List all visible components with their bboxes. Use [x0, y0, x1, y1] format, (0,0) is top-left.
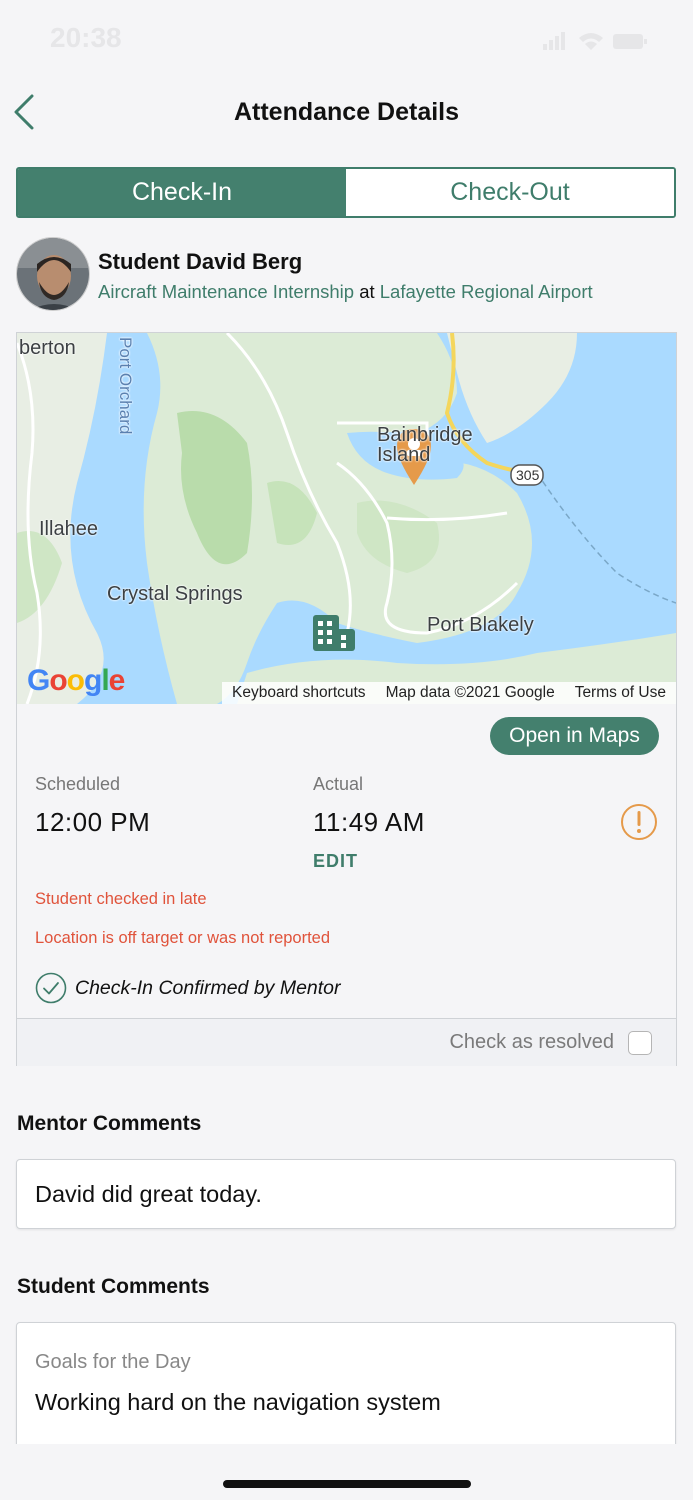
scheduled-label: Scheduled: [35, 774, 121, 794]
student-comment-text: Working hard on the navigation system: [35, 1389, 441, 1415]
mentor-comments-box[interactable]: David did great today.: [16, 1159, 676, 1229]
open-in-maps-button[interactable]: Open in Maps: [490, 717, 659, 755]
warning-icon[interactable]: [620, 803, 657, 840]
status-time: 20:38: [50, 22, 122, 53]
actual-time: 11:49 AM: [313, 807, 425, 837]
resolved-checkbox[interactable]: [628, 1031, 652, 1055]
status-icons: [543, 30, 653, 58]
tab-check-out[interactable]: Check-Out: [346, 169, 674, 216]
map-label-port-blakely: Port Blakely: [427, 614, 534, 636]
terms-of-use-link[interactable]: Terms of Use: [565, 684, 676, 702]
student-name: Student David Berg: [98, 249, 303, 274]
attendance-card: berton Port Orchard Illahee Crystal Spri…: [16, 332, 677, 1066]
goals-label: Goals for the Day: [35, 1351, 191, 1373]
nav-bar: Attendance Details: [0, 76, 693, 152]
keyboard-shortcuts-link[interactable]: Keyboard shortcuts: [222, 684, 376, 702]
map-label-port-orchard: Port Orchard: [116, 337, 135, 435]
student-photo: [17, 238, 89, 310]
map-label-berton: berton: [19, 337, 76, 359]
student-header: Student David Berg Aircraft Maintenance …: [16, 237, 676, 315]
scheduled-time: 12:00 PM: [35, 807, 151, 837]
map-label-illahee: Illahee: [39, 518, 98, 540]
signal-wifi-battery-icon: [543, 32, 647, 50]
student-comments-box[interactable]: Goals for the Day Working hard on the na…: [16, 1322, 676, 1462]
page-title: Attendance Details: [233, 98, 460, 126]
confirmation-text: Check-In Confirmed by Mentor: [75, 976, 341, 999]
map-label-crystal-springs: Crystal Springs: [107, 583, 243, 605]
mentor-confirmation: Check-In Confirmed by Mentor: [35, 972, 341, 1004]
avatar: [16, 237, 90, 311]
status-bar: 20:38: [0, 0, 693, 76]
home-bar: [0, 1444, 693, 1500]
map-label-bainbridge: Bainbridge Island: [377, 424, 473, 466]
google-logo: Google: [27, 664, 125, 697]
check-circle-icon: [35, 972, 67, 1004]
program-link[interactable]: Aircraft Maintenance Internship: [98, 281, 354, 302]
student-placement: Aircraft Maintenance Internship at Lafay…: [98, 281, 593, 303]
edit-time-button[interactable]: EDIT: [313, 851, 358, 872]
tab-check-in[interactable]: Check-In: [18, 169, 346, 216]
check-segment-control: Check-In Check-Out: [16, 167, 676, 218]
map-route-number: 305: [516, 467, 540, 483]
placement-connector: at: [359, 281, 375, 302]
resolved-label: Check as resolved: [449, 1031, 614, 1053]
mentor-comment-text: David did great today.: [35, 1181, 262, 1207]
map-attribution: Keyboard shortcuts Map data ©2021 Google…: [222, 682, 676, 704]
mentor-comments-title: Mentor Comments: [17, 1112, 202, 1135]
student-comments-title: Student Comments: [17, 1275, 210, 1298]
actual-label: Actual: [313, 774, 364, 794]
location-alert: Location is off target or was not report…: [35, 929, 331, 947]
map-data-text: Map data ©2021 Google: [385, 684, 555, 701]
resolved-row: Check as resolved: [17, 1018, 676, 1066]
home-indicator[interactable]: [223, 1480, 471, 1488]
map-view[interactable]: berton Port Orchard Illahee Crystal Spri…: [17, 333, 676, 704]
location-link[interactable]: Lafayette Regional Airport: [380, 281, 593, 302]
late-alert: Student checked in late: [35, 890, 207, 908]
